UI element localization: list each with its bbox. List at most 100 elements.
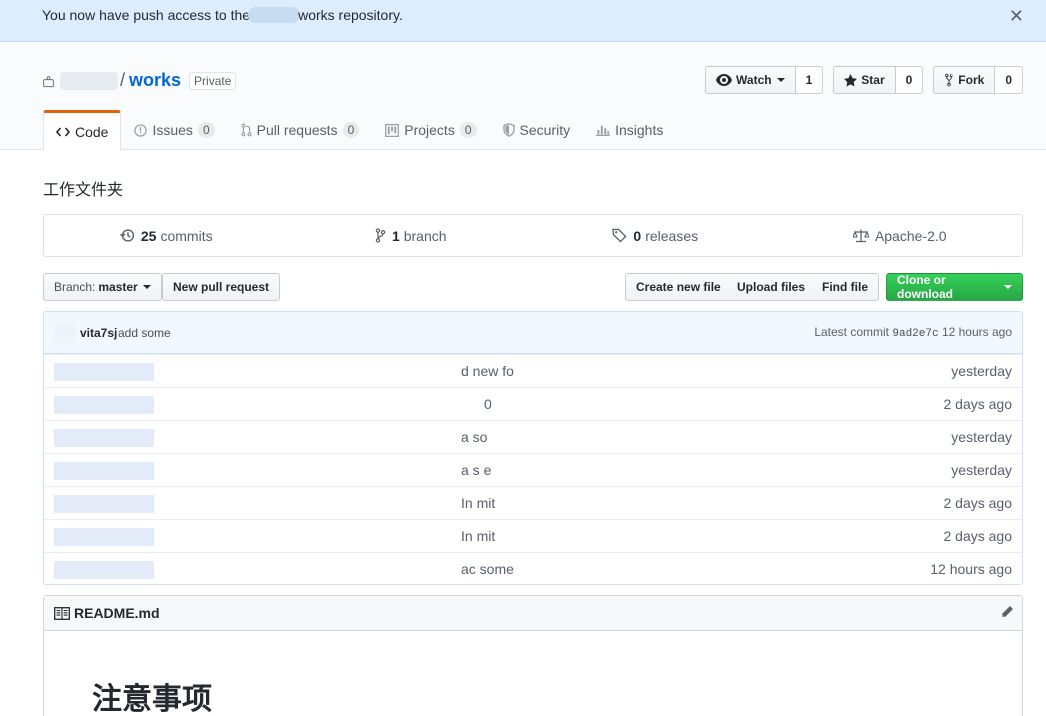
branch-number: 1 xyxy=(391,227,400,244)
repo-nav-tabs: Code Issues 0 Pull requests 0 Projects 0… xyxy=(43,110,676,151)
file-name[interactable] xyxy=(54,363,154,381)
clone-or-download-button[interactable]: Clone or download xyxy=(886,273,1023,301)
license-link[interactable]: Apache-2.0 xyxy=(778,215,1023,256)
readme-header: README.md xyxy=(44,596,1022,631)
tab-insights-label: Insights xyxy=(615,122,664,138)
tab-projects[interactable]: Projects 0 xyxy=(372,110,489,150)
commit-sha[interactable]: 9ad2e7c xyxy=(892,328,938,340)
tab-security[interactable]: Security xyxy=(490,110,584,150)
tab-security-label: Security xyxy=(519,122,571,138)
flash-banner: You now have push access to the works rep… xyxy=(0,0,1046,42)
repo-header: / works Private Watch 1 Star 0 Fork 0 Co… xyxy=(0,43,1046,151)
chevron-down-icon xyxy=(776,78,785,82)
tab-pull-requests-label: Pull requests xyxy=(256,122,338,138)
shield-icon xyxy=(502,123,515,137)
repo-owner[interactable] xyxy=(60,71,118,90)
branch-name: master xyxy=(98,280,138,294)
tab-code-label: Code xyxy=(75,123,109,140)
star-icon xyxy=(844,73,858,87)
book-icon xyxy=(54,606,70,620)
file-name[interactable] xyxy=(54,429,154,447)
file-name[interactable] xyxy=(54,396,154,414)
branch-select-button[interactable]: Branch: master xyxy=(43,273,162,301)
repo-actions: Watch 1 Star 0 Fork 0 xyxy=(705,66,1023,94)
file-name[interactable] xyxy=(54,561,154,579)
table-row: In mit 2 days ago xyxy=(44,486,1022,519)
fork-button[interactable]: Fork xyxy=(933,66,996,94)
eye-icon xyxy=(716,74,733,86)
issue-icon xyxy=(134,123,148,137)
pull-requests-counter: 0 xyxy=(342,122,360,138)
file-age: 2 days ago xyxy=(943,495,1013,511)
file-name[interactable] xyxy=(54,495,154,513)
license-label: Apache-2.0 xyxy=(874,227,947,244)
watch-group: Watch 1 xyxy=(705,66,824,94)
tab-insights[interactable]: Insights xyxy=(583,110,676,150)
pencil-icon[interactable] xyxy=(1000,605,1014,619)
clone-label: Clone or download xyxy=(897,273,953,301)
table-row: a so yesterday xyxy=(44,420,1022,453)
watch-button[interactable]: Watch xyxy=(705,66,796,94)
fork-label: Fork xyxy=(958,73,985,87)
commits-link[interactable]: 25 commits xyxy=(44,215,289,256)
file-age: yesterday xyxy=(951,363,1012,379)
commits-number: 25 xyxy=(140,227,157,244)
star-button[interactable]: Star xyxy=(833,66,896,94)
tab-code[interactable]: Code xyxy=(43,110,122,151)
file-age: yesterday xyxy=(951,429,1012,445)
repo-description: 工作文件夹 xyxy=(43,180,124,199)
file-commit-message[interactable]: d new fo xyxy=(461,363,514,379)
commit-author[interactable]: vita7sj xyxy=(80,326,117,340)
file-navigation: Branch: master New pull request Create n… xyxy=(43,273,1023,301)
commits-label: commits xyxy=(160,227,213,244)
fork-icon xyxy=(945,73,954,87)
avatar[interactable] xyxy=(54,323,76,343)
repo-name-link[interactable]: works xyxy=(129,70,181,91)
new-pull-request-button[interactable]: New pull request xyxy=(162,273,281,301)
upload-files-button[interactable]: Upload files xyxy=(727,273,817,301)
latest-commit-label: Latest commit xyxy=(814,325,890,339)
commit-message[interactable]: add some xyxy=(118,326,171,340)
redacted-owner xyxy=(248,7,301,23)
star-count[interactable]: 0 xyxy=(895,66,924,94)
flash-message-start: You now have push access to the xyxy=(42,7,251,23)
file-commit-message[interactable]: ac some xyxy=(461,561,514,577)
watch-count[interactable]: 1 xyxy=(795,66,824,94)
issues-counter: 0 xyxy=(197,122,215,138)
releases-number: 0 xyxy=(633,227,642,244)
file-commit-message[interactable]: 0 xyxy=(484,396,492,412)
fork-group: Fork 0 xyxy=(933,66,1023,94)
find-file-button[interactable]: Find file xyxy=(812,273,879,301)
watch-label: Watch xyxy=(736,73,772,87)
chevron-down-icon xyxy=(1004,285,1012,289)
project-icon xyxy=(385,123,400,137)
numbers-summary: 25 commits 1 branch 0 releases Apache-2.… xyxy=(43,214,1023,257)
tab-issues[interactable]: Issues 0 xyxy=(121,110,227,150)
file-commit-message[interactable]: In mit xyxy=(461,495,495,511)
tab-issues-label: Issues xyxy=(152,122,193,138)
file-commit-message[interactable]: a s e xyxy=(461,462,491,478)
file-age: 2 days ago xyxy=(943,396,1013,412)
lock-icon xyxy=(43,75,54,87)
branch-prefix: Branch: xyxy=(54,280,96,294)
table-row: ac some 12 hours ago xyxy=(44,552,1022,584)
file-commit-message[interactable]: In mit xyxy=(461,528,495,544)
file-name[interactable] xyxy=(54,462,154,480)
close-icon[interactable]: ✕ xyxy=(1009,6,1024,27)
branches-link[interactable]: 1 branch xyxy=(289,215,534,256)
latest-commit-bar: vita7sj add some Latest commit 9ad2e7c 1… xyxy=(44,312,1022,354)
flash-message-end: works repository. xyxy=(298,7,403,23)
fork-count[interactable]: 0 xyxy=(995,66,1023,94)
file-list: vita7sj add some Latest commit 9ad2e7c 1… xyxy=(43,311,1023,585)
create-new-file-button[interactable]: Create new file xyxy=(625,273,732,301)
table-row: 0 2 days ago xyxy=(44,387,1022,420)
releases-link[interactable]: 0 releases xyxy=(533,215,778,256)
file-name[interactable] xyxy=(54,528,154,546)
tab-pull-requests[interactable]: Pull requests 0 xyxy=(228,110,373,150)
file-commit-message[interactable]: a so xyxy=(461,429,487,445)
tab-projects-label: Projects xyxy=(404,122,455,138)
law-icon xyxy=(852,229,869,242)
branch-label: branch xyxy=(403,227,447,244)
graph-icon xyxy=(596,125,610,136)
chevron-down-icon xyxy=(142,285,151,289)
